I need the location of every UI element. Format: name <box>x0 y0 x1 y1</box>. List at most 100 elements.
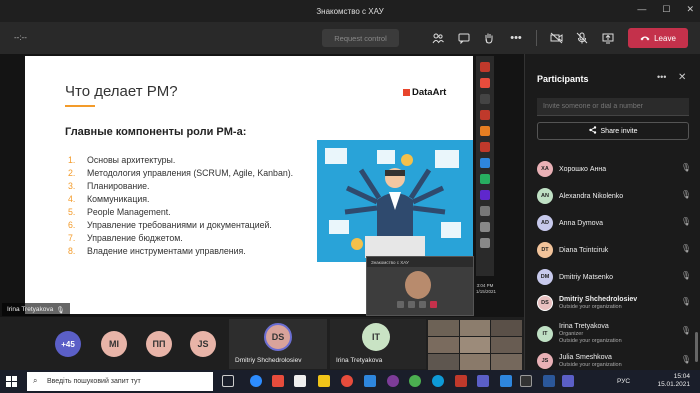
overflow-count[interactable]: +45 <box>55 331 81 357</box>
people-icon[interactable] <box>430 30 446 46</box>
mini-video-window[interactable]: Знакомство с ХАУ <box>366 256 474 316</box>
opera-icon[interactable] <box>341 375 353 387</box>
pdf-icon[interactable] <box>455 375 467 387</box>
zoom-app-icon[interactable] <box>250 375 262 387</box>
mic-muted-icon: 🎙 <box>680 163 691 172</box>
taskbar-search[interactable]: ⌕ Введіть пошуковий запит тут <box>27 372 213 391</box>
video-thumb <box>491 337 522 353</box>
slide-subtitle: Главные компоненты роли PM-а: <box>65 126 247 138</box>
slide-list: 1. Основы архитектуры. 2. Методология упра… <box>68 154 293 258</box>
windows-taskbar: ⌕ Введіть пошуковий запит тут РУС 15:04 … <box>0 370 700 393</box>
language-indicator[interactable]: РУС <box>617 378 630 385</box>
share-screen-icon[interactable] <box>600 30 616 46</box>
mic-off-icon[interactable] <box>574 30 590 46</box>
search-placeholder: Введіть пошуковий запит тут <box>47 378 141 385</box>
list-item: 4. Коммуникация. <box>68 194 150 204</box>
video-thumb <box>459 354 491 370</box>
app-icon[interactable] <box>272 375 284 387</box>
list-item: 2. Методология управления (SCRUM, Agile, … <box>68 168 294 178</box>
video-thumb <box>428 337 459 353</box>
avatar[interactable]: MI <box>101 331 127 357</box>
video-thumb <box>459 337 491 353</box>
list-item: 8. Владение инструментами управления. <box>68 246 246 256</box>
share-invite-label: Share invite <box>600 127 638 135</box>
participant-gallery: +45 MI ПП JS DS Dmitriy Shchedrolosiev I… <box>0 317 524 370</box>
mini-camera-icon[interactable] <box>397 301 404 308</box>
avatar[interactable]: JS <box>190 331 216 357</box>
mini-hangup-icon[interactable] <box>430 301 437 308</box>
panel-title: Participants <box>537 74 589 84</box>
share-icon <box>588 126 597 136</box>
presenter-label: Irina Tretyakova 🎙 <box>2 303 70 316</box>
close-icon[interactable]: ✕ <box>678 72 686 83</box>
dataart-logo: DataArt <box>403 87 446 98</box>
invite-input[interactable] <box>537 98 689 116</box>
camera-off-icon[interactable] <box>548 30 564 46</box>
file-explorer-icon[interactable] <box>318 375 330 387</box>
teams-icon[interactable] <box>477 375 489 387</box>
participant-row[interactable]: DT Diana Tcintciruk 🎙 <box>537 239 695 261</box>
minimize-button[interactable]: — <box>637 4 646 15</box>
tile-irina[interactable]: IT Irina Tretyakova <box>330 319 426 369</box>
raise-hand-icon[interactable] <box>481 30 497 46</box>
close-window-button[interactable]: ✕ <box>686 4 694 15</box>
logo-mark <box>403 89 410 96</box>
word-icon[interactable] <box>543 375 555 387</box>
app-icon[interactable] <box>294 375 306 387</box>
system-clock[interactable]: 15:04 15.01.2021 <box>657 373 690 389</box>
more-icon[interactable]: ••• <box>657 72 666 82</box>
tile-dmitriy[interactable]: DS Dmitriy Shchedrolosiev <box>229 319 327 369</box>
list-item: 6. Управление требованиями и документацие… <box>68 220 272 230</box>
mic-muted-icon: 🎙 <box>680 355 691 364</box>
chat-icon[interactable] <box>456 30 472 46</box>
avatar: AN <box>537 188 553 204</box>
app-icon <box>480 206 490 216</box>
search-icon: ⌕ <box>33 376 38 385</box>
task-view-icon[interactable] <box>222 375 234 387</box>
screen-clock: 3:04 PM 1/15/2021 <box>476 283 497 294</box>
teams-icon[interactable] <box>562 375 574 387</box>
participant-row[interactable]: AD Anna Dymova 🎙 <box>537 212 695 234</box>
app-icon[interactable] <box>500 375 512 387</box>
maximize-button[interactable]: ☐ <box>662 4 670 15</box>
list-item: 5. People Management. <box>68 207 171 217</box>
video-thumb <box>491 354 522 370</box>
app-icon[interactable] <box>364 375 376 387</box>
participant-row[interactable]: DM Dmitriy Matsenko 🎙 <box>537 266 695 288</box>
video-thumb <box>459 320 491 336</box>
mini-mic-icon[interactable] <box>408 301 415 308</box>
window-title: Знакомство с ХАУ <box>316 6 384 16</box>
window-controls: — ☐ ✕ <box>637 4 694 15</box>
title-underline <box>65 105 95 107</box>
viber-icon[interactable] <box>387 375 399 387</box>
app-icon <box>480 78 490 88</box>
edge-icon[interactable] <box>432 375 444 387</box>
windows-start-icon[interactable] <box>6 376 18 388</box>
participant-row[interactable]: IT Irina Tretyakova Organizer Outside yo… <box>537 321 695 347</box>
toolbar-divider <box>536 30 537 46</box>
more-icon[interactable]: ••• <box>508 30 524 46</box>
participant-row[interactable]: DS Dmitriy Shchedrolosiev Outside your o… <box>537 292 695 314</box>
video-thumbnails[interactable] <box>428 320 522 370</box>
tile-name: Dmitriy Shchedrolosiev <box>235 357 302 364</box>
mic-muted-icon: 🎙 <box>680 271 691 280</box>
participant-row[interactable]: ХА Хорошко Анна 🎙 <box>537 158 695 180</box>
list-item: 3. Планирование. <box>68 181 150 191</box>
chrome-icon[interactable] <box>409 375 421 387</box>
screen-taskbar-strip <box>476 56 494 276</box>
leave-button[interactable]: Leave <box>628 28 688 48</box>
app-icon <box>480 94 490 104</box>
app-icon <box>480 126 490 136</box>
request-control-button[interactable]: Request control <box>322 29 399 47</box>
avatar[interactable]: ПП <box>146 331 172 357</box>
app-icon[interactable] <box>520 375 532 387</box>
share-invite-button[interactable]: Share invite <box>537 122 689 140</box>
window-titlebar: Знакомство с ХАУ — ☐ ✕ <box>0 0 700 22</box>
app-icon <box>480 142 490 152</box>
app-icon <box>480 158 490 168</box>
participant-row[interactable]: JS Julia Smeshkova Outside your organiza… <box>537 350 695 372</box>
shared-screen: Что делает PM? DataArt Главные компонент… <box>0 54 524 317</box>
mini-share-icon[interactable] <box>419 301 426 308</box>
participant-row[interactable]: AN Alexandra Nikolenko 🎙 <box>537 185 695 207</box>
panel-scrollbar[interactable] <box>695 332 698 362</box>
